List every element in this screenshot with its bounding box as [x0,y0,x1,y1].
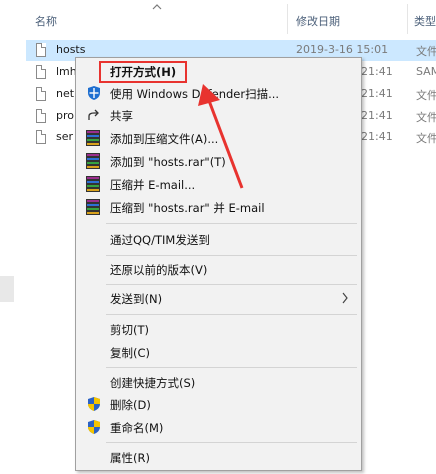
column-modified[interactable]: 修改日期 [296,13,340,29]
menu-item-add-to-rar[interactable]: 添加到 "hosts.rar"(T) [78,150,359,172]
column-divider[interactable] [407,4,408,34]
file-date: 2019-3-16 15:01 [296,43,389,56]
chevron-right-icon [342,292,348,304]
menu-item-label: 压缩并 E-mail... [110,178,196,192]
file-name: lmh [56,65,77,78]
menu-item-cut[interactable]: 剪切(T) [78,318,359,340]
menu-item-delete[interactable]: 删除(D) [78,393,359,415]
file-icon [36,65,46,79]
file-icon [36,87,46,101]
menu-item-add-to-archive[interactable]: 添加到压缩文件(A)... [78,127,359,149]
file-icon [36,109,46,123]
menu-item-label: 发送到(N) [110,292,163,306]
file-type: 文件 [416,132,436,145]
file-type: 文件 [416,111,436,124]
menu-item-defender-scan[interactable]: 使用 Windows Defender扫描... [78,82,359,104]
file-type: SAM [416,65,436,78]
menu-item-send-to[interactable]: 发送到(N) [78,287,359,309]
file-date: 21:41 [361,65,393,78]
context-menu: 打开方式(H) 使用 Windows Defender扫描... 共享 添加到压… [75,57,362,471]
column-divider[interactable] [287,4,288,34]
menu-item-label: 共享 [110,109,133,123]
windows-defender-icon [88,86,100,100]
winrar-icon [86,176,100,192]
menu-separator [106,314,357,315]
menu-item-label: 属性(R) [110,451,150,465]
menu-separator [106,284,357,285]
column-header-row: 名称 修改日期 类型 [0,0,436,34]
winrar-icon [86,153,100,169]
file-date: 21:41 [361,130,393,143]
file-name: hosts [56,43,86,56]
menu-item-label: 压缩到 "hosts.rar" 并 E-mail [110,201,265,215]
menu-separator [106,255,357,256]
menu-item-label: 剪切(T) [110,323,149,337]
annotation-highlight-box [99,61,187,83]
menu-item-restore-previous[interactable]: 还原以前的版本(V) [78,258,359,280]
sort-up-icon[interactable] [152,3,162,11]
file-icon [36,43,46,57]
menu-item-rename[interactable]: 重命名(M) [78,416,359,438]
file-date: 21:41 [361,109,393,122]
file-name: ser [56,130,74,143]
menu-item-send-qq-tim[interactable]: 通过QQ/TIM发送到 [78,228,359,250]
menu-item-compress-email[interactable]: 压缩并 E-mail... [78,173,359,195]
menu-item-label: 删除(D) [110,398,151,412]
menu-item-label: 通过QQ/TIM发送到 [110,233,210,247]
share-icon [88,109,99,120]
menu-item-label: 添加到压缩文件(A)... [110,132,219,146]
uac-shield-icon [88,420,100,434]
menu-separator [106,223,357,224]
menu-item-copy[interactable]: 复制(C) [78,341,359,363]
menu-item-share[interactable]: 共享 [78,104,359,126]
winrar-icon [86,130,100,146]
menu-item-compress-rar-email[interactable]: 压缩到 "hosts.rar" 并 E-mail [78,196,359,218]
menu-item-create-shortcut[interactable]: 创建快捷方式(S) [78,371,359,393]
menu-item-label: 添加到 "hosts.rar"(T) [110,155,226,169]
menu-item-label: 还原以前的版本(V) [110,263,208,277]
file-icon [36,130,46,144]
file-type: 文件 [416,89,436,102]
menu-item-label: 创建快捷方式(S) [110,376,196,390]
uac-shield-icon [88,397,100,411]
navigation-pane-edge [0,276,14,302]
menu-item-properties[interactable]: 属性(R) [78,446,359,468]
column-type[interactable]: 类型 [414,13,436,29]
menu-separator [106,367,357,368]
file-date: 21:41 [361,87,393,100]
file-name: net [56,87,75,100]
column-name[interactable]: 名称 [35,13,57,29]
menu-item-label: 使用 Windows Defender扫描... [110,87,280,101]
file-type: 文件 [416,45,436,58]
menu-item-label: 重命名(M) [110,421,164,435]
menu-item-label: 复制(C) [110,346,151,360]
file-name: pro [56,109,74,122]
winrar-icon [86,199,100,215]
menu-separator [106,442,357,443]
